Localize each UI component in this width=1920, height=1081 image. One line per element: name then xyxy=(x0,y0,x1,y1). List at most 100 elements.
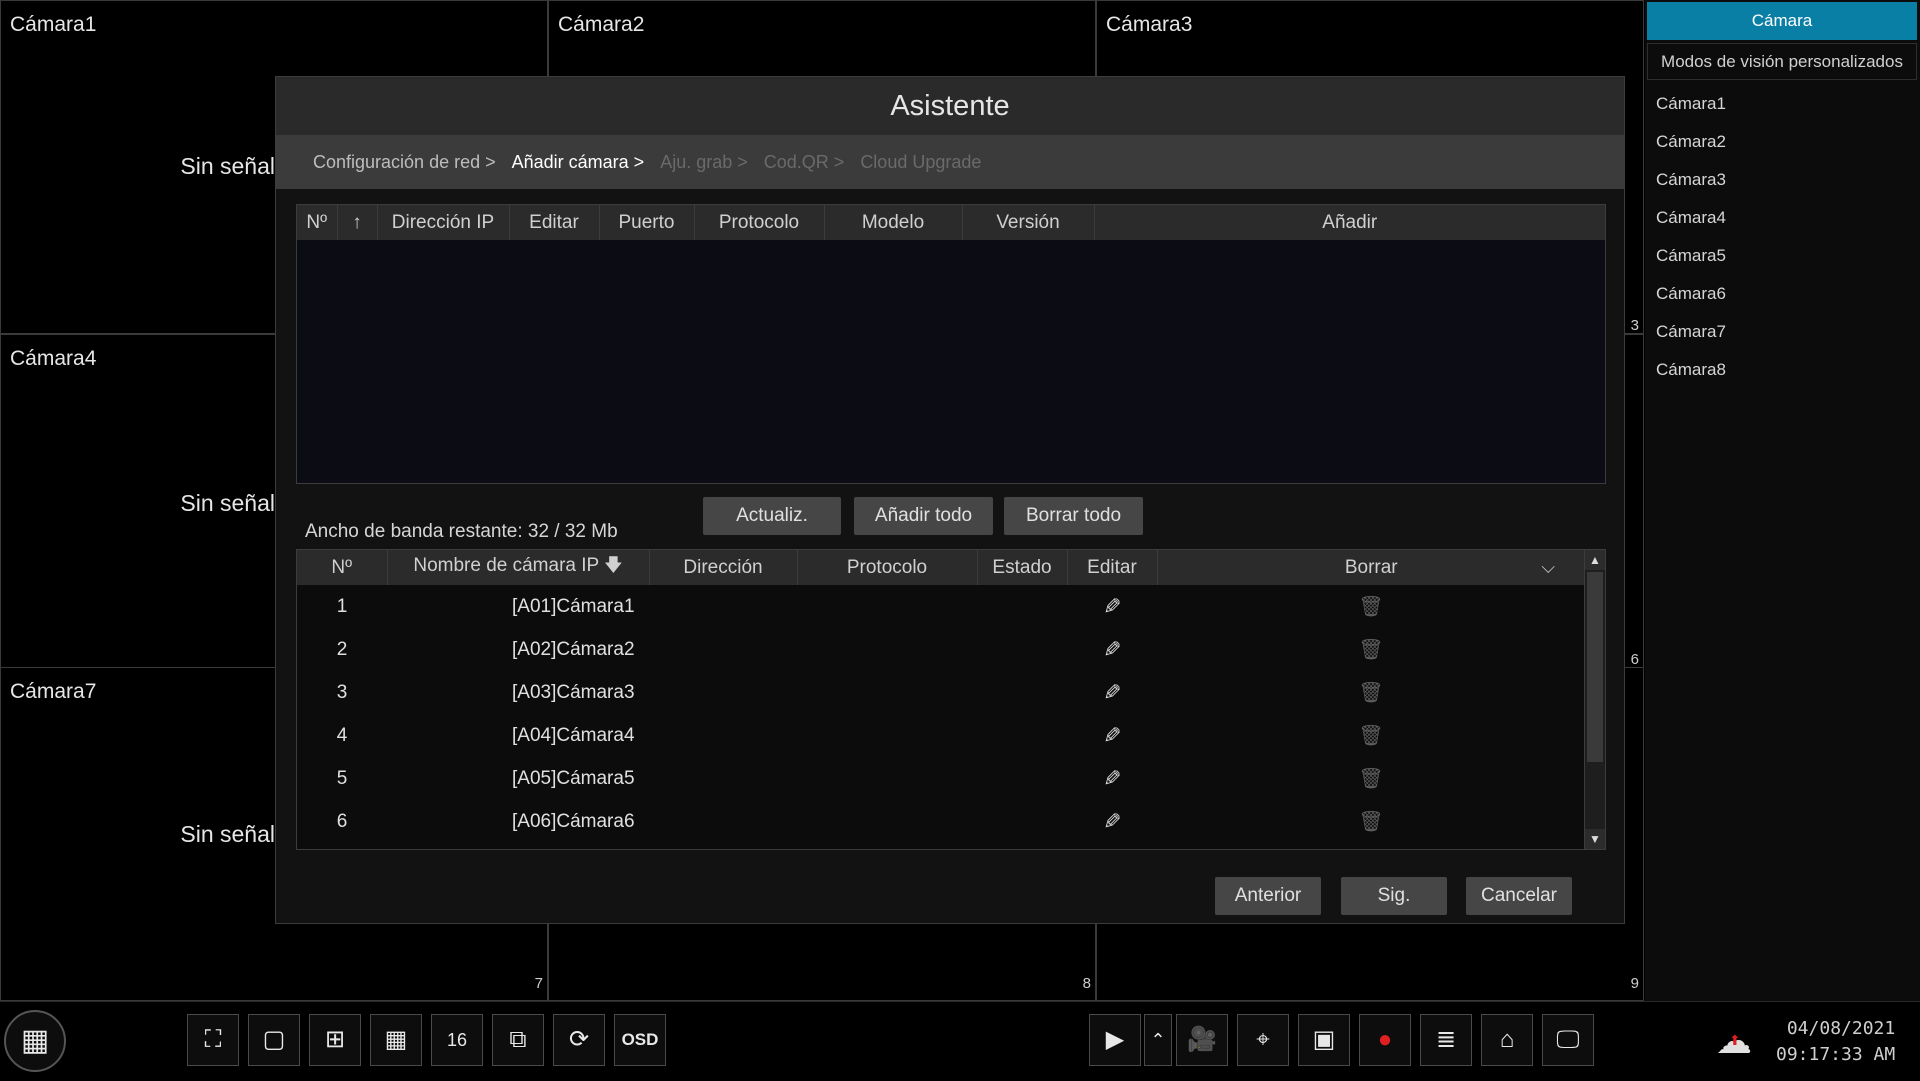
datetime-clock: 04/08/2021 09:17:33 AM xyxy=(1776,1016,1895,1068)
added-cameras-table: Nº Nombre de cámara IP 🡇 Dirección Proto… xyxy=(296,549,1606,850)
bottom-taskbar: ▦ ⛶ ▢ ⊞ ▦ 16 ⧉ ⟳ OSD ▶ ⌃ 🎥 ⌖ ▣ ● ≣ ⌂ 🖵 ☁… xyxy=(0,1001,1920,1081)
trash-icon[interactable]: 🗑 xyxy=(1358,766,1383,791)
cloud-upload-icon[interactable]: ☁ ⬆ xyxy=(1716,1020,1752,1062)
camera-list-item[interactable]: Cámara1 xyxy=(1645,90,1920,128)
camera-cell-title: Cámara3 xyxy=(1106,13,1193,36)
step-cloud-upgrade: Cloud Upgrade xyxy=(860,151,982,172)
fullscreen-icon[interactable]: ⛶ xyxy=(187,1014,239,1066)
chevron-down-icon[interactable]: ⌵ xyxy=(1541,557,1555,578)
camera-cell-title: Cámara4 xyxy=(10,347,97,370)
scroll-thumb[interactable] xyxy=(1587,572,1603,762)
no-signal-label: Sin señal xyxy=(180,821,275,847)
camera-cell-title: Cámara1 xyxy=(10,13,97,36)
arrow-up-icon: ⬆ xyxy=(1729,1032,1741,1048)
col-protocol[interactable]: Protocolo xyxy=(694,205,825,240)
time-label: 09:17:33 AM xyxy=(1776,1044,1896,1065)
manual-record-icon[interactable]: 🎥 xyxy=(1176,1014,1228,1066)
trash-icon[interactable]: 🗑 xyxy=(1358,723,1383,748)
trash-icon[interactable]: 🗑 xyxy=(1358,594,1383,619)
table-row[interactable]: 1 [A01]Cámara1 ✎ 🗑 xyxy=(297,585,1585,628)
trash-icon[interactable]: 🗑 xyxy=(1358,809,1383,834)
camera-list-panel: Cámara Modos de visión personalizados Cá… xyxy=(1645,0,1920,1001)
layout-16-icon[interactable]: 16 xyxy=(431,1014,483,1066)
ptz-icon[interactable]: ⌖ xyxy=(1237,1014,1289,1066)
table-row[interactable]: 4 [A04]Cámara4 ✎ 🗑 xyxy=(297,714,1585,757)
edit-pencil-icon[interactable]: ✎ xyxy=(1103,594,1121,620)
col-address[interactable]: Dirección xyxy=(649,550,798,585)
row-number: 2 xyxy=(336,638,348,660)
cancel-button[interactable]: Cancelar xyxy=(1466,877,1572,915)
picture-in-picture-icon[interactable]: ⧉ xyxy=(492,1014,544,1066)
col-edit: Editar xyxy=(509,205,600,240)
tab-custom-views[interactable]: Modos de visión personalizados xyxy=(1647,43,1917,80)
layout-1-icon[interactable]: ▢ xyxy=(248,1014,300,1066)
table-scrollbar[interactable]: ▲ ▼ xyxy=(1584,550,1605,849)
col-delete-label: Borrar xyxy=(1344,556,1398,578)
layout-4-icon[interactable]: ⊞ xyxy=(309,1014,361,1066)
col-model[interactable]: Modelo xyxy=(824,205,963,240)
cell-number: 7 xyxy=(534,975,543,992)
table-row[interactable]: 6 [A06]Cámara6 ✎ 🗑 xyxy=(297,800,1585,843)
camera-list-item[interactable]: Cámara8 xyxy=(1645,356,1920,394)
camera-list-item[interactable]: Cámara3 xyxy=(1645,166,1920,204)
next-button[interactable]: Sig. xyxy=(1341,877,1447,915)
edit-pencil-icon[interactable]: ✎ xyxy=(1103,637,1121,663)
col-protocol[interactable]: Protocolo xyxy=(797,550,978,585)
scroll-down-icon[interactable]: ▼ xyxy=(1585,829,1605,849)
edit-pencil-icon[interactable]: ✎ xyxy=(1103,809,1121,835)
wizard-steps-breadcrumb: Configuración de red > Añadir cámara > A… xyxy=(276,135,1624,189)
col-ip-address[interactable]: Dirección IP xyxy=(377,205,510,240)
alarm-icon[interactable]: ● xyxy=(1359,1014,1411,1066)
disk-icon[interactable]: ≣ xyxy=(1420,1014,1472,1066)
osd-button[interactable]: OSD xyxy=(614,1014,666,1066)
camera-list-item[interactable]: Cámara2 xyxy=(1645,128,1920,166)
scroll-up-icon[interactable]: ▲ xyxy=(1585,550,1605,570)
row-number: 3 xyxy=(336,681,348,703)
playback-icon[interactable]: ▶ xyxy=(1089,1014,1141,1066)
trash-icon[interactable]: 🗑 xyxy=(1358,637,1383,662)
col-number[interactable]: Nº xyxy=(297,205,338,240)
table-row[interactable]: 2 [A02]Cámara2 ✎ 🗑 xyxy=(297,628,1585,671)
add-all-button[interactable]: Añadir todo xyxy=(854,497,993,535)
cell-number: 9 xyxy=(1630,975,1639,992)
col-number[interactable]: Nº xyxy=(297,550,388,585)
table-row[interactable]: 5 [A05]Cámara5 ✎ 🗑 xyxy=(297,757,1585,800)
col-camera-name[interactable]: Nombre de cámara IP 🡇 xyxy=(387,550,650,585)
monitor-icon[interactable]: 🖵 xyxy=(1542,1014,1594,1066)
tab-camera[interactable]: Cámara xyxy=(1647,2,1917,40)
edit-pencil-icon[interactable]: ✎ xyxy=(1103,723,1121,749)
camera-list-item[interactable]: Cámara7 xyxy=(1645,318,1920,356)
arrow-down-icon: 🡇 xyxy=(604,554,623,575)
row-camera-name: [A03]Cámara3 xyxy=(512,681,635,703)
row-camera-name: [A01]Cámara1 xyxy=(512,595,635,617)
row-camera-name: [A02]Cámara2 xyxy=(512,638,635,660)
start-menu-icon[interactable]: ▦ xyxy=(4,1010,66,1072)
wizard-title: Asistente xyxy=(276,77,1624,135)
trash-icon[interactable]: 🗑 xyxy=(1358,680,1383,705)
col-port[interactable]: Puerto xyxy=(599,205,695,240)
step-network[interactable]: Configuración de red > xyxy=(313,152,496,173)
chevron-up-icon[interactable]: ⌃ xyxy=(1144,1014,1172,1066)
camera-cell-title: Cámara2 xyxy=(558,13,645,36)
sort-up-icon[interactable]: ↑ xyxy=(337,205,378,240)
network-icon[interactable]: ⌂ xyxy=(1481,1014,1533,1066)
camera-list-item[interactable]: Cámara4 xyxy=(1645,204,1920,242)
edit-pencil-icon[interactable]: ✎ xyxy=(1103,680,1121,706)
delete-all-button[interactable]: Borrar todo xyxy=(1004,497,1143,535)
step-add-camera[interactable]: Añadir cámara > xyxy=(512,152,645,173)
snapshot-icon[interactable]: ▣ xyxy=(1298,1014,1350,1066)
sequence-view-icon[interactable]: ⟳ xyxy=(553,1014,605,1066)
previous-button[interactable]: Anterior xyxy=(1215,877,1321,915)
col-version[interactable]: Versión xyxy=(962,205,1095,240)
col-status[interactable]: Estado xyxy=(977,550,1068,585)
row-number: 6 xyxy=(336,810,348,832)
cell-number: 8 xyxy=(1082,975,1091,992)
table-row[interactable]: 3 [A03]Cámara3 ✎ 🗑 xyxy=(297,671,1585,714)
refresh-button[interactable]: Actualiz. xyxy=(703,497,841,535)
camera-list-item[interactable]: Cámara6 xyxy=(1645,280,1920,318)
camera-cell-title: Cámara7 xyxy=(10,680,97,703)
row-number: 4 xyxy=(336,724,348,746)
layout-9-icon[interactable]: ▦ xyxy=(370,1014,422,1066)
edit-pencil-icon[interactable]: ✎ xyxy=(1103,766,1121,792)
camera-list-item[interactable]: Cámara5 xyxy=(1645,242,1920,280)
